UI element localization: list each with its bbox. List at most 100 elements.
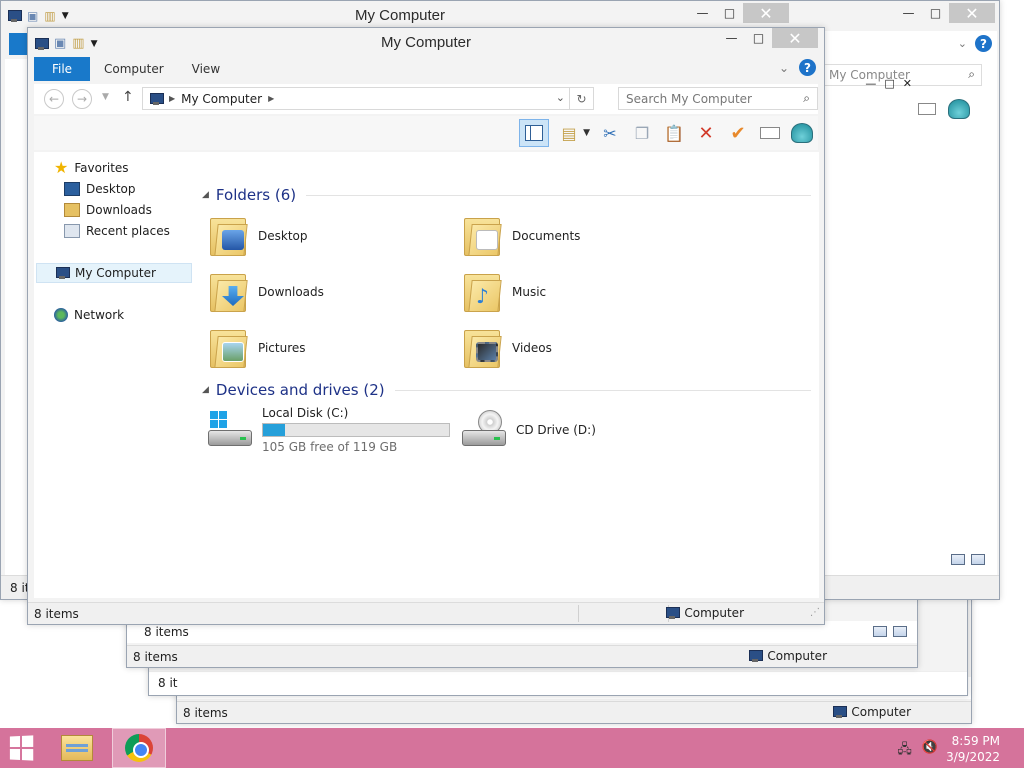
music-folder-icon: ♪ bbox=[462, 270, 502, 314]
help-icon[interactable]: ? bbox=[799, 59, 816, 76]
tab-view[interactable]: View bbox=[178, 57, 234, 81]
folders-group-header[interactable]: ◢ Folders (6) bbox=[202, 184, 811, 206]
folder-tile-videos[interactable]: Videos bbox=[462, 322, 712, 374]
paste-icon[interactable]: 📋 bbox=[662, 121, 686, 145]
refresh-icon[interactable]: ↻ bbox=[569, 88, 593, 109]
collapse-triangle-icon[interactable]: ◢ bbox=[202, 385, 209, 395]
group-title: Folders (6) bbox=[215, 186, 297, 204]
select-options-chevron-down-icon[interactable]: ▼ bbox=[583, 128, 590, 138]
tab-computer[interactable]: Computer bbox=[90, 57, 178, 81]
computer-icon bbox=[748, 650, 764, 662]
volume-muted-icon[interactable]: 🔇 bbox=[922, 740, 938, 762]
help-icon[interactable]: ? bbox=[975, 35, 992, 52]
minimize-button[interactable]: — bbox=[865, 77, 876, 97]
tiles-view-icon[interactable] bbox=[893, 626, 907, 637]
cut-icon[interactable]: ✂ bbox=[598, 121, 622, 145]
folder-tile-downloads[interactable]: Downloads bbox=[208, 266, 458, 318]
address-history-chevron-down-icon[interactable]: ⌄ bbox=[556, 91, 565, 104]
breadcrumb-my-computer[interactable]: My Computer bbox=[181, 92, 262, 106]
folder-tile-documents[interactable]: Documents bbox=[462, 210, 712, 262]
tiles-view-icon[interactable] bbox=[971, 554, 985, 565]
nav-item-label: Favorites bbox=[74, 161, 129, 175]
desktop-icon bbox=[64, 182, 80, 196]
rename-icon[interactable] bbox=[758, 121, 782, 145]
nav-item-network[interactable]: Network bbox=[54, 305, 124, 325]
nav-item-downloads[interactable]: Downloads bbox=[64, 200, 152, 220]
drive-tile-cd-drive[interactable]: CD Drive (D:) bbox=[460, 404, 710, 456]
recent-locations-chevron-down-icon[interactable]: ▼ bbox=[102, 92, 109, 102]
drives-group-header[interactable]: ◢ Devices and drives (2) bbox=[202, 379, 811, 401]
nav-item-label: Desktop bbox=[86, 182, 136, 196]
explorer-window[interactable]: ▣ ▥ ▼ My Computer — □ ✕ File Computer Vi… bbox=[27, 27, 825, 625]
title-bar[interactable]: ▣ ▥ ▼ My Computer — □ ✕ bbox=[28, 28, 824, 56]
taskbar-file-explorer-button[interactable] bbox=[50, 728, 104, 768]
rename-icon[interactable] bbox=[918, 103, 936, 115]
start-button-windows-logo-icon[interactable] bbox=[9, 735, 34, 761]
select-all-icon[interactable]: ▤ bbox=[557, 121, 581, 145]
folder-tile-pictures[interactable]: Pictures bbox=[208, 322, 458, 374]
minimize-button[interactable]: — bbox=[689, 3, 716, 23]
network-status-icon[interactable]: 🖧 bbox=[897, 740, 912, 762]
taskbar-chrome-button[interactable] bbox=[112, 728, 166, 768]
nav-item-favorites[interactable]: ★ Favorites bbox=[54, 158, 129, 178]
clock[interactable]: 8:59 PM 3/9/2022 bbox=[946, 733, 1000, 765]
desktop-folder-icon bbox=[208, 214, 248, 258]
status-items-count: 8 items bbox=[34, 607, 79, 621]
checkmark-icon[interactable]: ✔ bbox=[726, 121, 750, 145]
network-icon bbox=[54, 308, 68, 322]
recent-places-icon bbox=[64, 224, 80, 238]
nav-item-recent-places[interactable]: Recent places bbox=[64, 221, 170, 241]
resize-grip-icon[interactable]: ⋰ bbox=[810, 607, 820, 618]
drive-name: CD Drive (D:) bbox=[516, 423, 596, 437]
content-area: ★ Favorites Desktop Downloads Recent pla… bbox=[34, 152, 819, 620]
chevron-down-icon[interactable]: ⌄ bbox=[958, 37, 967, 50]
maximize-button[interactable]: □ bbox=[922, 3, 949, 23]
view-switcher bbox=[951, 554, 985, 565]
tab-file[interactable]: File bbox=[34, 57, 90, 81]
nav-item-label: Recent places bbox=[86, 224, 170, 238]
back-button[interactable]: ← bbox=[44, 89, 64, 109]
shell-icon[interactable] bbox=[948, 99, 970, 119]
close-button[interactable]: ✕ bbox=[743, 3, 789, 23]
maximize-button[interactable]: □ bbox=[884, 77, 894, 97]
forward-button[interactable]: → bbox=[72, 89, 92, 109]
search-icon[interactable]: ⌕ bbox=[968, 67, 975, 82]
nav-item-desktop[interactable]: Desktop bbox=[64, 179, 136, 199]
search-input[interactable]: Search My Computer ⌕ bbox=[618, 87, 818, 110]
delete-icon[interactable]: ✕ bbox=[694, 121, 718, 145]
preview-pane-icon[interactable] bbox=[519, 119, 550, 147]
view-switcher bbox=[873, 626, 907, 637]
address-bar[interactable]: ▶ My Computer ▶ ⌄ ↻ bbox=[142, 87, 594, 110]
minimize-button[interactable]: — bbox=[718, 28, 745, 48]
folder-tile-desktop[interactable]: Desktop bbox=[208, 210, 458, 262]
nav-item-my-computer[interactable]: My Computer bbox=[36, 263, 192, 283]
minimize-button[interactable]: — bbox=[895, 3, 922, 23]
folder-tile-music[interactable]: ♪ Music bbox=[462, 266, 712, 318]
maximize-button[interactable]: □ bbox=[745, 28, 772, 48]
files-pane: ◢ Folders (6) Desktop Documents Download… bbox=[202, 152, 819, 598]
statusbar: 8 items Computer bbox=[177, 701, 971, 723]
details-view-icon[interactable] bbox=[951, 554, 965, 565]
group-title: Devices and drives (2) bbox=[215, 381, 385, 399]
maximize-button[interactable]: □ bbox=[716, 3, 743, 23]
folder-name: Pictures bbox=[258, 341, 306, 355]
navigation-bar: ← → ▼ ↑ ▶ My Computer ▶ ⌄ ↻ Search My Co… bbox=[34, 84, 818, 114]
close-button[interactable]: ✕ bbox=[903, 77, 912, 97]
copy-icon[interactable]: ❐ bbox=[630, 121, 654, 145]
shell-icon[interactable] bbox=[790, 121, 814, 145]
ribbon-file-tab[interactable] bbox=[9, 33, 29, 55]
details-view-icon[interactable] bbox=[873, 626, 887, 637]
collapse-triangle-icon[interactable]: ◢ bbox=[202, 190, 209, 200]
local-disk-icon bbox=[206, 408, 254, 452]
breadcrumb-separator-icon[interactable]: ▶ bbox=[169, 94, 175, 103]
breadcrumb-chevron-right-icon[interactable]: ▶ bbox=[268, 94, 274, 103]
truncated-items-count: 8 it bbox=[158, 676, 178, 690]
nav-item-label: Downloads bbox=[86, 203, 152, 217]
window-title: My Computer bbox=[354, 7, 446, 24]
close-button[interactable]: ✕ bbox=[949, 3, 995, 23]
folder-name: Videos bbox=[512, 341, 552, 355]
up-arrow-icon[interactable]: ↑ bbox=[122, 89, 134, 105]
search-icon[interactable]: ⌕ bbox=[803, 91, 810, 106]
close-button[interactable]: ✕ bbox=[772, 28, 818, 48]
expand-ribbon-chevron-down-icon[interactable]: ⌄ bbox=[779, 61, 789, 75]
